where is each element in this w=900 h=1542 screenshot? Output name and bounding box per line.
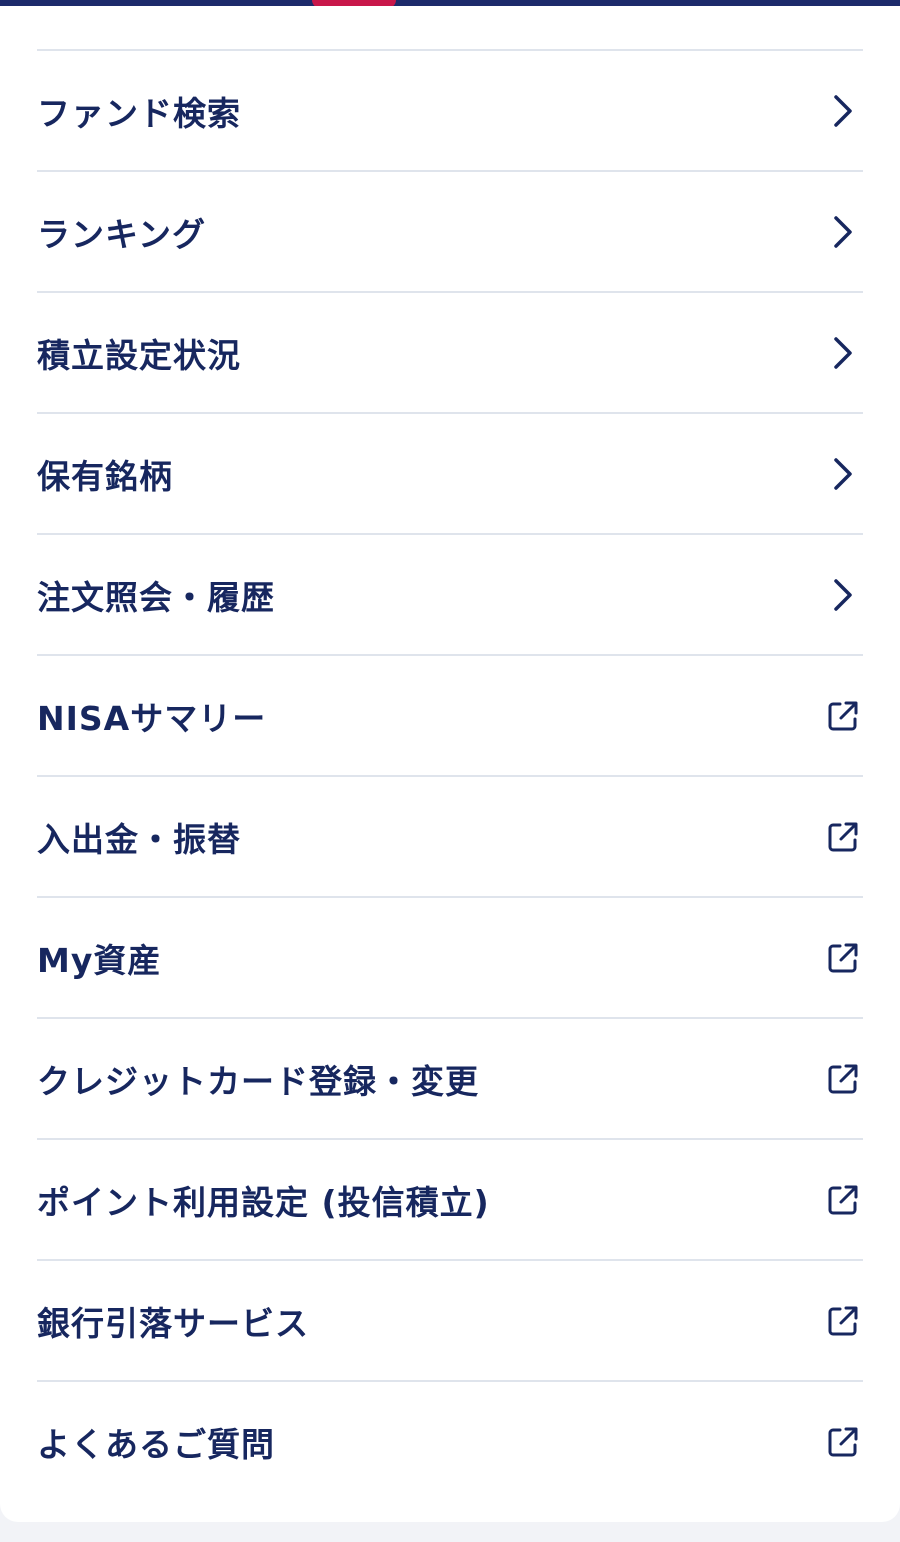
chevron-right-icon [823, 91, 863, 131]
menu-list: ファンド検索 ランキング 積立設定状況 保有銘柄 注文照会・履歴 NISAサマリ… [37, 49, 863, 1501]
menu-item-order-history[interactable]: 注文照会・履歴 [37, 535, 863, 656]
chevron-right-icon [823, 212, 863, 252]
menu-item-point-settings[interactable]: ポイント利用設定 (投信積立) [37, 1140, 863, 1261]
menu-item-label: 入出金・振替 [37, 819, 241, 859]
menu-item-my-assets[interactable]: My資産 [37, 898, 863, 1019]
external-link-icon [823, 817, 863, 857]
menu-item-label: 保有銘柄 [37, 456, 173, 496]
menu-item-label: My資産 [37, 940, 162, 980]
menu-item-label: 積立設定状況 [37, 335, 241, 375]
menu-item-label: 注文照会・履歴 [37, 577, 275, 617]
menu-item-label: NISAサマリー [37, 698, 267, 738]
chevron-right-icon [823, 575, 863, 615]
external-link-icon [823, 1422, 863, 1462]
external-link-icon [823, 1059, 863, 1099]
menu-item-ranking[interactable]: ランキング [37, 172, 863, 293]
menu-item-label: よくあるご質問 [37, 1424, 275, 1464]
menu-card: ファンド検索 ランキング 積立設定状況 保有銘柄 注文照会・履歴 NISAサマリ… [0, 6, 900, 1522]
menu-item-recurring-settings[interactable]: 積立設定状況 [37, 293, 863, 414]
chevron-right-icon [823, 333, 863, 373]
menu-item-faq[interactable]: よくあるご質問 [37, 1382, 863, 1501]
menu-item-holdings[interactable]: 保有銘柄 [37, 414, 863, 535]
chevron-right-icon [823, 454, 863, 494]
menu-item-fund-search[interactable]: ファンド検索 [37, 51, 863, 172]
menu-item-bank-debit[interactable]: 銀行引落サービス [37, 1261, 863, 1382]
external-link-icon [823, 696, 863, 736]
menu-item-label: ランキング [37, 214, 207, 254]
menu-item-label: 銀行引落サービス [37, 1303, 309, 1343]
external-link-icon [823, 938, 863, 978]
menu-item-deposit-withdraw[interactable]: 入出金・振替 [37, 777, 863, 898]
external-link-icon [823, 1180, 863, 1220]
menu-item-label: クレジットカード登録・変更 [37, 1061, 479, 1101]
menu-item-credit-card[interactable]: クレジットカード登録・変更 [37, 1019, 863, 1140]
menu-item-label: ポイント利用設定 (投信積立) [37, 1182, 490, 1222]
menu-item-nisa-summary[interactable]: NISAサマリー [37, 656, 863, 777]
menu-item-label: ファンド検索 [37, 93, 241, 133]
external-link-icon [823, 1301, 863, 1341]
